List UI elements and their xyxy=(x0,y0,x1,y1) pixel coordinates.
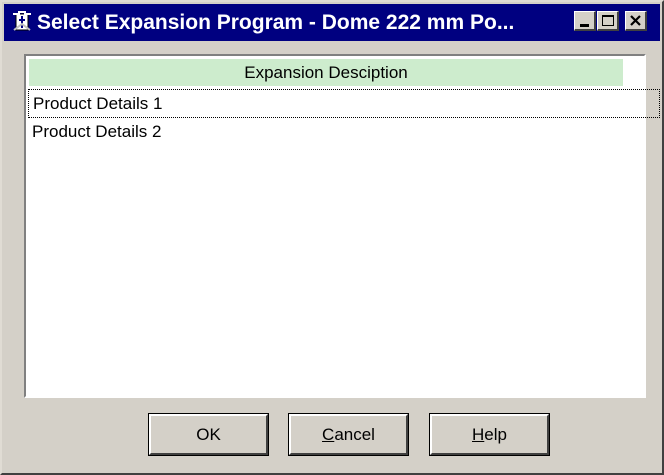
cancel-button[interactable]: Cancel xyxy=(288,413,409,456)
wizard-app-icon xyxy=(10,10,34,34)
minimize-button[interactable] xyxy=(574,11,596,31)
maximize-icon xyxy=(602,15,614,26)
ok-button-label: OK xyxy=(196,425,221,444)
help-button-label: elp xyxy=(484,425,507,444)
dialog-window: Select Expansion Program - Dome 222 mm P… xyxy=(0,0,664,475)
ok-button[interactable]: OK xyxy=(148,413,269,456)
minimize-icon xyxy=(580,24,589,27)
column-header-expansion-description[interactable]: Expansion Desciption xyxy=(29,59,623,86)
list-item[interactable]: Product Details 1 xyxy=(28,89,660,118)
list-item[interactable]: Product Details 2 xyxy=(28,118,660,147)
help-accelerator: H xyxy=(472,425,485,444)
expansion-list[interactable]: Expansion Desciption Product Details 1 P… xyxy=(24,54,660,398)
title-bar[interactable]: Select Expansion Program - Dome 222 mm P… xyxy=(4,4,660,41)
help-button[interactable]: Help xyxy=(429,413,550,456)
cancel-button-label: ancel xyxy=(334,425,375,444)
cancel-accelerator: C xyxy=(322,425,335,444)
close-icon xyxy=(630,15,641,26)
maximize-button[interactable] xyxy=(597,11,619,31)
window-title: Select Expansion Program - Dome 222 mm P… xyxy=(37,11,515,34)
close-button[interactable] xyxy=(625,11,647,31)
